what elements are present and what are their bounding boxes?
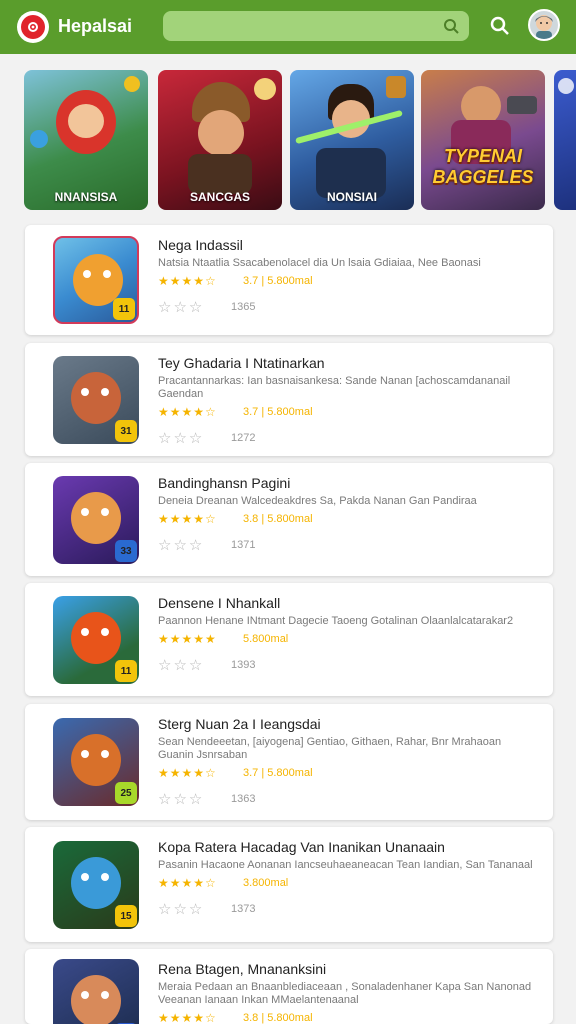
app-rating-stars: ★★★★☆ <box>158 512 217 526</box>
app-rating-stars: ★★★★☆ <box>158 274 217 288</box>
app-badge: 33 <box>115 540 137 562</box>
app-rating-text: 3.7 | 5.800mal <box>243 767 313 779</box>
user-rating-stars[interactable]: ☆☆☆ <box>158 900 204 918</box>
app-badge: 25 <box>115 782 137 804</box>
app-description: Pracantannarkas: Ian basnaisankesa: Sand… <box>158 375 511 400</box>
header-search-icon[interactable] <box>490 16 510 41</box>
search-icon[interactable] <box>443 18 459 39</box>
app-thumbnail[interactable]: 11 <box>53 596 139 684</box>
app-description: Natsia Ntaatlia Ssacabenolacel dia Un ls… <box>158 257 481 269</box>
app-title[interactable]: Nega Indassil <box>158 237 243 253</box>
app-logo[interactable] <box>17 11 49 43</box>
app-rating-stars: ★★★★☆ <box>158 1011 217 1024</box>
app-title[interactable]: Sterg Nuan 2a I Ieangsdai <box>158 716 321 732</box>
app-description: Meraia Pedaan an Bnaanblediaceaan , Sona… <box>158 981 532 1006</box>
app-thumbnail[interactable]: 11 <box>53 236 139 324</box>
search-input[interactable] <box>173 15 433 37</box>
app-rating-text: 3.800mal <box>243 877 289 889</box>
featured-banner[interactable]: TYPENAI BAGGELES <box>421 70 545 210</box>
user-rating-stars[interactable]: ☆☆☆ <box>158 298 204 316</box>
app-list-card[interactable]: 31 Tey Ghadaria I Ntatinarkan Pracantannar… <box>25 343 553 456</box>
app-rating-stars: ★★★★☆ <box>158 405 217 419</box>
app-list-card[interactable]: 15 Kopa Ratera Hacadag Van Inanikan Unana… <box>25 827 553 942</box>
app-badge: 31 <box>115 420 137 442</box>
app-list-card[interactable]: 11 Densene I Nhankall Paannon Henane INtma… <box>25 583 553 696</box>
app-description: Sean Nendeeetan, [aiyogena] Gentiao, Git… <box>158 736 502 761</box>
app-list-card[interactable]: 33 Bandinghansn Pagini Deneia Dreanan Walc… <box>25 463 553 576</box>
app-badge: 15 <box>115 905 137 927</box>
app-thumbnail[interactable]: 31 <box>53 356 139 444</box>
app-description: Pasanin Hacaone Aonanan Iancseuhaeaneaca… <box>158 859 533 871</box>
banner-label: SANCGAS <box>189 190 250 204</box>
app-rating-text: 3.8 | 5.800mal <box>243 1012 313 1024</box>
featured-banner[interactable] <box>554 70 576 210</box>
user-avatar[interactable] <box>528 9 560 41</box>
review-count: 1371 <box>231 539 256 551</box>
app-header: Hepalsai <box>0 0 576 54</box>
app-thumbnail[interactable]: 15 <box>53 841 139 929</box>
app-rating-text: 3.8 | 5.800mal <box>243 513 313 525</box>
featured-banner[interactable]: NNANSISA <box>24 70 148 210</box>
review-count: 1363 <box>231 793 256 805</box>
app-title: Hepalsai <box>58 16 133 36</box>
app-thumbnail[interactable]: 18 <box>53 959 139 1024</box>
app-title[interactable]: Kopa Ratera Hacadag Van Inanikan Unanaai… <box>158 839 445 855</box>
review-count: 1272 <box>231 432 256 444</box>
app-description: Deneia Dreanan Walcedeakdres Sa, Pakda N… <box>158 495 477 507</box>
app-rating-text: 5.800mal <box>243 633 289 645</box>
app-description: Paannon Henane INtmant Dagecie Taoeng Go… <box>158 615 514 627</box>
app-title[interactable]: Rena Btagen, Mnananksini <box>158 961 326 977</box>
review-count: 1373 <box>231 903 256 915</box>
app-badge: 11 <box>113 298 135 320</box>
review-count: 1365 <box>231 301 256 313</box>
user-rating-stars[interactable]: ☆☆☆ <box>158 429 204 447</box>
app-list-card[interactable]: 18 Rena Btagen, Mnananksini Meraia Pedaan … <box>25 949 553 1024</box>
app-rating-stars: ★★★★☆ <box>158 876 217 890</box>
featured-carousel[interactable]: NNANSISA SANCGAS NONSIAI TYPENAI BAGGELE… <box>24 70 576 210</box>
app-list-card[interactable]: 25 Sterg Nuan 2a I Ieangsdai Sean Nendeeet… <box>25 704 553 820</box>
search-bar[interactable] <box>163 11 469 41</box>
user-rating-stars[interactable]: ☆☆☆ <box>158 656 204 674</box>
app-thumbnail[interactable]: 33 <box>53 476 139 564</box>
app-thumbnail[interactable]: 25 <box>53 718 139 806</box>
app-rating-stars: ★★★★☆ <box>158 766 217 780</box>
app-rating-stars: ★★★★★ <box>158 632 217 646</box>
app-rating-text: 3.7 | 5.800mal <box>243 406 313 418</box>
logo-icon <box>21 15 45 39</box>
featured-banner[interactable]: NONSIAI <box>290 70 414 210</box>
featured-banner[interactable]: SANCGAS <box>158 70 282 210</box>
banner-label: NNANSISA <box>54 190 118 204</box>
user-rating-stars[interactable]: ☆☆☆ <box>158 790 204 808</box>
app-badge: 11 <box>115 660 137 682</box>
app-rating-text: 3.7 | 5.800mal <box>243 275 313 287</box>
review-count: 1393 <box>231 659 256 671</box>
banner-label: TYPENAI BAGGELES <box>432 146 534 187</box>
banner-label: NONSIAI <box>326 190 377 204</box>
app-title[interactable]: Densene I Nhankall <box>158 595 280 611</box>
app-title[interactable]: Tey Ghadaria I Ntatinarkan <box>158 355 325 371</box>
app-title[interactable]: Bandinghansn Pagini <box>158 475 290 491</box>
user-rating-stars[interactable]: ☆☆☆ <box>158 536 204 554</box>
app-list-card[interactable]: 11 Nega Indassil Natsia Ntaatlia Ssacabeno… <box>25 225 553 335</box>
